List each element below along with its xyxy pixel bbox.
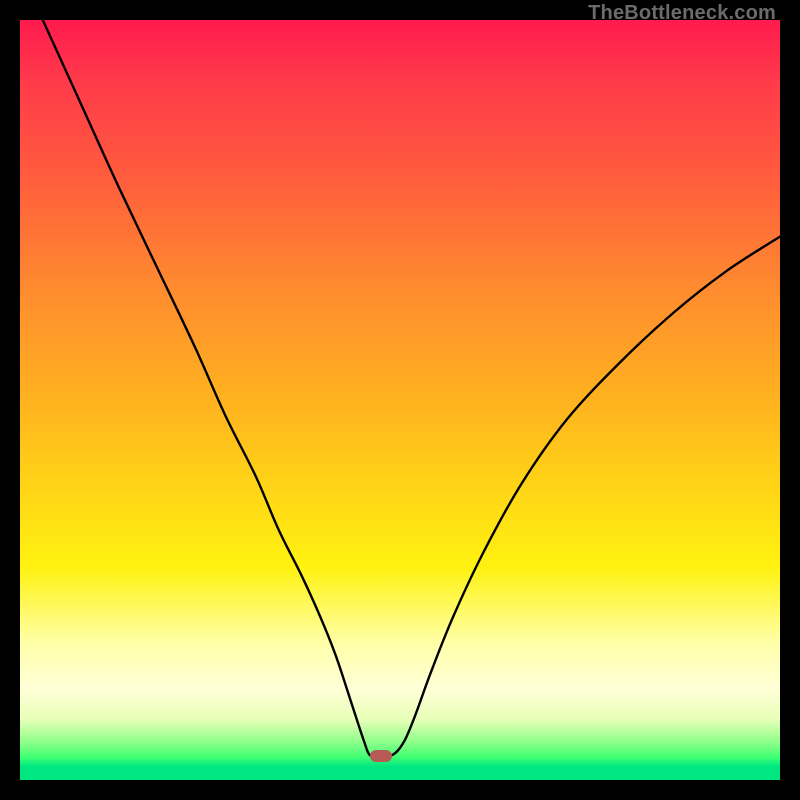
plot-area: [20, 20, 780, 780]
chart-frame: TheBottleneck.com: [0, 0, 800, 800]
optimum-marker: [370, 750, 392, 762]
curve-layer: [20, 20, 780, 780]
bottleneck-curve-path: [43, 20, 780, 756]
